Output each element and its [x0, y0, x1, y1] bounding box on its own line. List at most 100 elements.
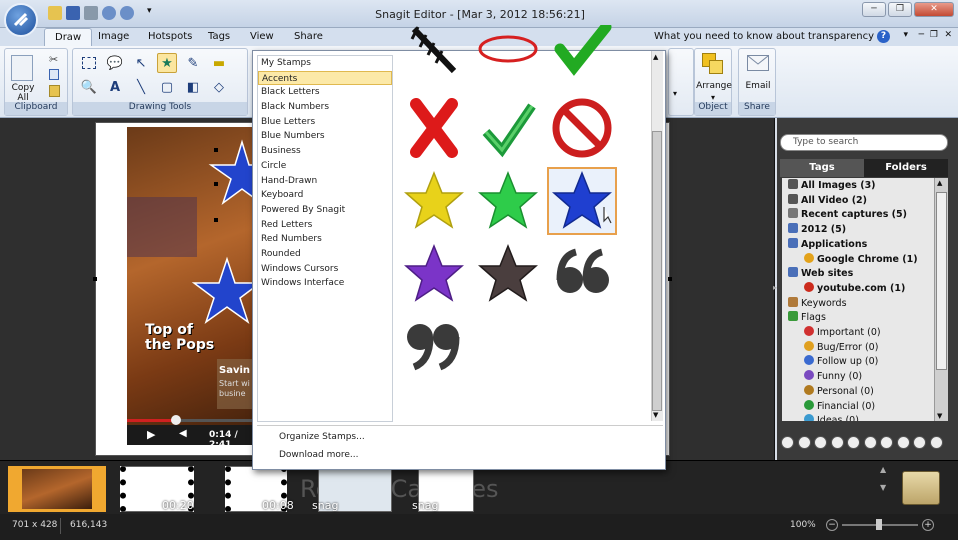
stamp-category-item[interactable]: Business — [258, 144, 392, 159]
stamp-category-item[interactable]: Powered By Snagit — [258, 203, 392, 218]
scroll-down-icon[interactable]: ▼ — [937, 412, 942, 420]
red-x-stamp-icon[interactable] — [399, 94, 469, 162]
no-sign-stamp-icon[interactable] — [547, 94, 617, 162]
email-label[interactable]: Email — [739, 81, 777, 91]
search-input[interactable]: Type to search — [780, 134, 948, 151]
scroll-up-icon[interactable]: ▲ — [937, 179, 942, 187]
copy-all-label[interactable]: Copy All — [7, 83, 39, 103]
panel-collapse-icon[interactable]: ▸ — [773, 283, 777, 295]
minimize-button[interactable]: ─ — [862, 2, 886, 17]
scroll-down-icon[interactable]: ▼ — [653, 411, 658, 419]
stamp-category-item[interactable]: Red Letters — [258, 218, 392, 233]
stamp-category-item[interactable]: Black Numbers — [258, 100, 392, 115]
email-icon[interactable] — [747, 55, 769, 71]
tab-share[interactable]: Share — [284, 28, 333, 46]
selection-tool-icon[interactable] — [79, 53, 99, 73]
ribbon-restore-icon[interactable]: ❐ — [930, 30, 938, 40]
video-capture-image[interactable]: Top of the Pops Savin Start wi busine — [127, 127, 257, 445]
stamp-grid-scrollbar[interactable]: ▲ ▼ — [651, 51, 663, 421]
redo-icon[interactable] — [120, 6, 134, 20]
help-dropdown-icon[interactable]: ▾ — [903, 30, 908, 40]
stamp-category-item[interactable]: Blue Numbers — [258, 129, 392, 144]
eraser-tool-icon[interactable]: ◇ — [209, 77, 229, 97]
tab-view[interactable]: View — [240, 28, 284, 46]
flag-filter-icon[interactable] — [797, 436, 811, 449]
arrow-tool-icon[interactable]: ↖ — [131, 53, 151, 73]
canvas-resize-handle[interactable] — [668, 277, 672, 281]
stamp-category-item[interactable]: Circle — [258, 159, 392, 174]
copy-all-icon[interactable] — [11, 55, 33, 81]
open-icon[interactable] — [48, 6, 62, 20]
tag-tree-item[interactable]: Follow up (0) — [804, 355, 878, 370]
organize-stamps-link[interactable]: Organize Stamps... — [279, 432, 365, 442]
fill-tool-icon[interactable]: ◧ — [183, 77, 203, 97]
line-tool-icon[interactable]: ╲ — [131, 77, 151, 97]
close-button[interactable]: ✕ — [914, 2, 954, 17]
red-ellipse-stamp-icon[interactable] — [473, 21, 543, 89]
purple-star-stamp-icon[interactable] — [399, 240, 469, 308]
tag-tree-item[interactable]: Flags — [788, 311, 826, 326]
stamp-category-item[interactable]: Accents — [258, 70, 392, 86]
customize-toolbar-icon[interactable]: ▾ — [147, 6, 152, 16]
zoom-in-icon[interactable]: + — [922, 519, 934, 531]
tag-tree-item[interactable]: Google Chrome (1) — [804, 252, 918, 268]
stamp-category-item[interactable]: Blue Letters — [258, 115, 392, 130]
tag-tree-item[interactable]: Web sites — [788, 267, 853, 282]
flag-filter-icon[interactable] — [781, 436, 794, 449]
scroll-thumb[interactable] — [652, 131, 662, 411]
resize-handle[interactable] — [214, 218, 218, 222]
blue-star-stamp-icon[interactable] — [547, 167, 617, 235]
flag-filter-icon[interactable] — [814, 436, 827, 449]
play-icon[interactable]: ▶ — [147, 428, 155, 441]
volume-icon[interactable]: ◀ — [179, 428, 187, 439]
tag-tree-scrollbar[interactable]: ▲ ▼ — [934, 178, 948, 421]
stamp-category-item[interactable]: Hand-Drawn — [258, 174, 392, 189]
undo-icon[interactable] — [102, 6, 116, 20]
highlighter-tool-icon[interactable]: ▬ — [209, 53, 229, 73]
snagit-menu-button[interactable] — [4, 3, 38, 37]
dark-star-stamp-icon[interactable] — [473, 240, 543, 308]
copy-icon[interactable] — [49, 69, 59, 80]
arrange-dropdown-icon[interactable]: ▾ — [711, 93, 715, 102]
flag-filter-icon[interactable] — [929, 436, 943, 449]
stamp-category-item[interactable]: Black Letters — [258, 85, 392, 100]
zoom-slider-thumb[interactable] — [876, 519, 882, 530]
flag-filter-icon[interactable] — [896, 436, 910, 449]
tab-tags-panel[interactable]: Tags — [780, 159, 864, 177]
zoom-tool-icon[interactable]: 🔍 — [79, 77, 99, 97]
video-scrubber[interactable] — [171, 415, 181, 425]
green-check-large-stamp-icon[interactable] — [547, 21, 617, 89]
tag-tree-item[interactable]: Personal (0) — [804, 384, 874, 400]
tag-tree-item[interactable]: Bug/Error (0) — [804, 340, 878, 356]
ribbon-arrow-stamp-icon[interactable] — [399, 21, 469, 89]
tag-tree-item[interactable]: Keywords — [788, 296, 847, 312]
stamp-tool-icon[interactable]: ★ — [157, 53, 177, 73]
tag-tree-item[interactable]: 2012 (5) — [788, 223, 846, 238]
resize-handle[interactable] — [214, 148, 218, 152]
pen-tool-icon[interactable]: ✎ — [183, 53, 203, 73]
tag-tree-item[interactable]: youtube.com (1) — [804, 281, 905, 297]
styles-more-icon[interactable]: ▾ — [673, 89, 677, 98]
help-icon[interactable]: ? — [877, 30, 890, 43]
arrange-icon[interactable] — [702, 53, 724, 75]
cut-icon[interactable]: ✂ — [49, 53, 58, 66]
help-link[interactable]: What you need to know about transparency — [654, 31, 874, 42]
tab-image[interactable]: Image — [88, 28, 139, 46]
zoom-out-icon[interactable]: − — [826, 519, 838, 531]
folder-icon[interactable] — [902, 471, 940, 505]
green-check-stamp-icon[interactable] — [473, 94, 543, 162]
tag-tree-item[interactable]: Financial (0) — [804, 399, 875, 415]
yellow-star-stamp-icon[interactable] — [399, 167, 469, 235]
close-quote-stamp-icon[interactable] — [399, 313, 469, 381]
tag-tree-item[interactable]: Important (0) — [804, 326, 881, 341]
scroll-thumb[interactable] — [936, 192, 947, 370]
arrange-label[interactable]: Arrange — [695, 81, 733, 91]
flag-filter-icon[interactable] — [830, 436, 844, 449]
tag-tree-item[interactable]: Recent captures (5) — [788, 208, 907, 223]
tray-thumb-selected[interactable] — [8, 466, 106, 512]
text-tool-icon[interactable]: A — [105, 77, 125, 97]
stamp-category-item[interactable]: Red Numbers — [258, 232, 392, 247]
stamp-category-item[interactable]: Keyboard — [258, 188, 392, 203]
print-icon[interactable] — [84, 6, 98, 20]
tray-scroll[interactable]: ▲ ▼ — [880, 465, 894, 511]
